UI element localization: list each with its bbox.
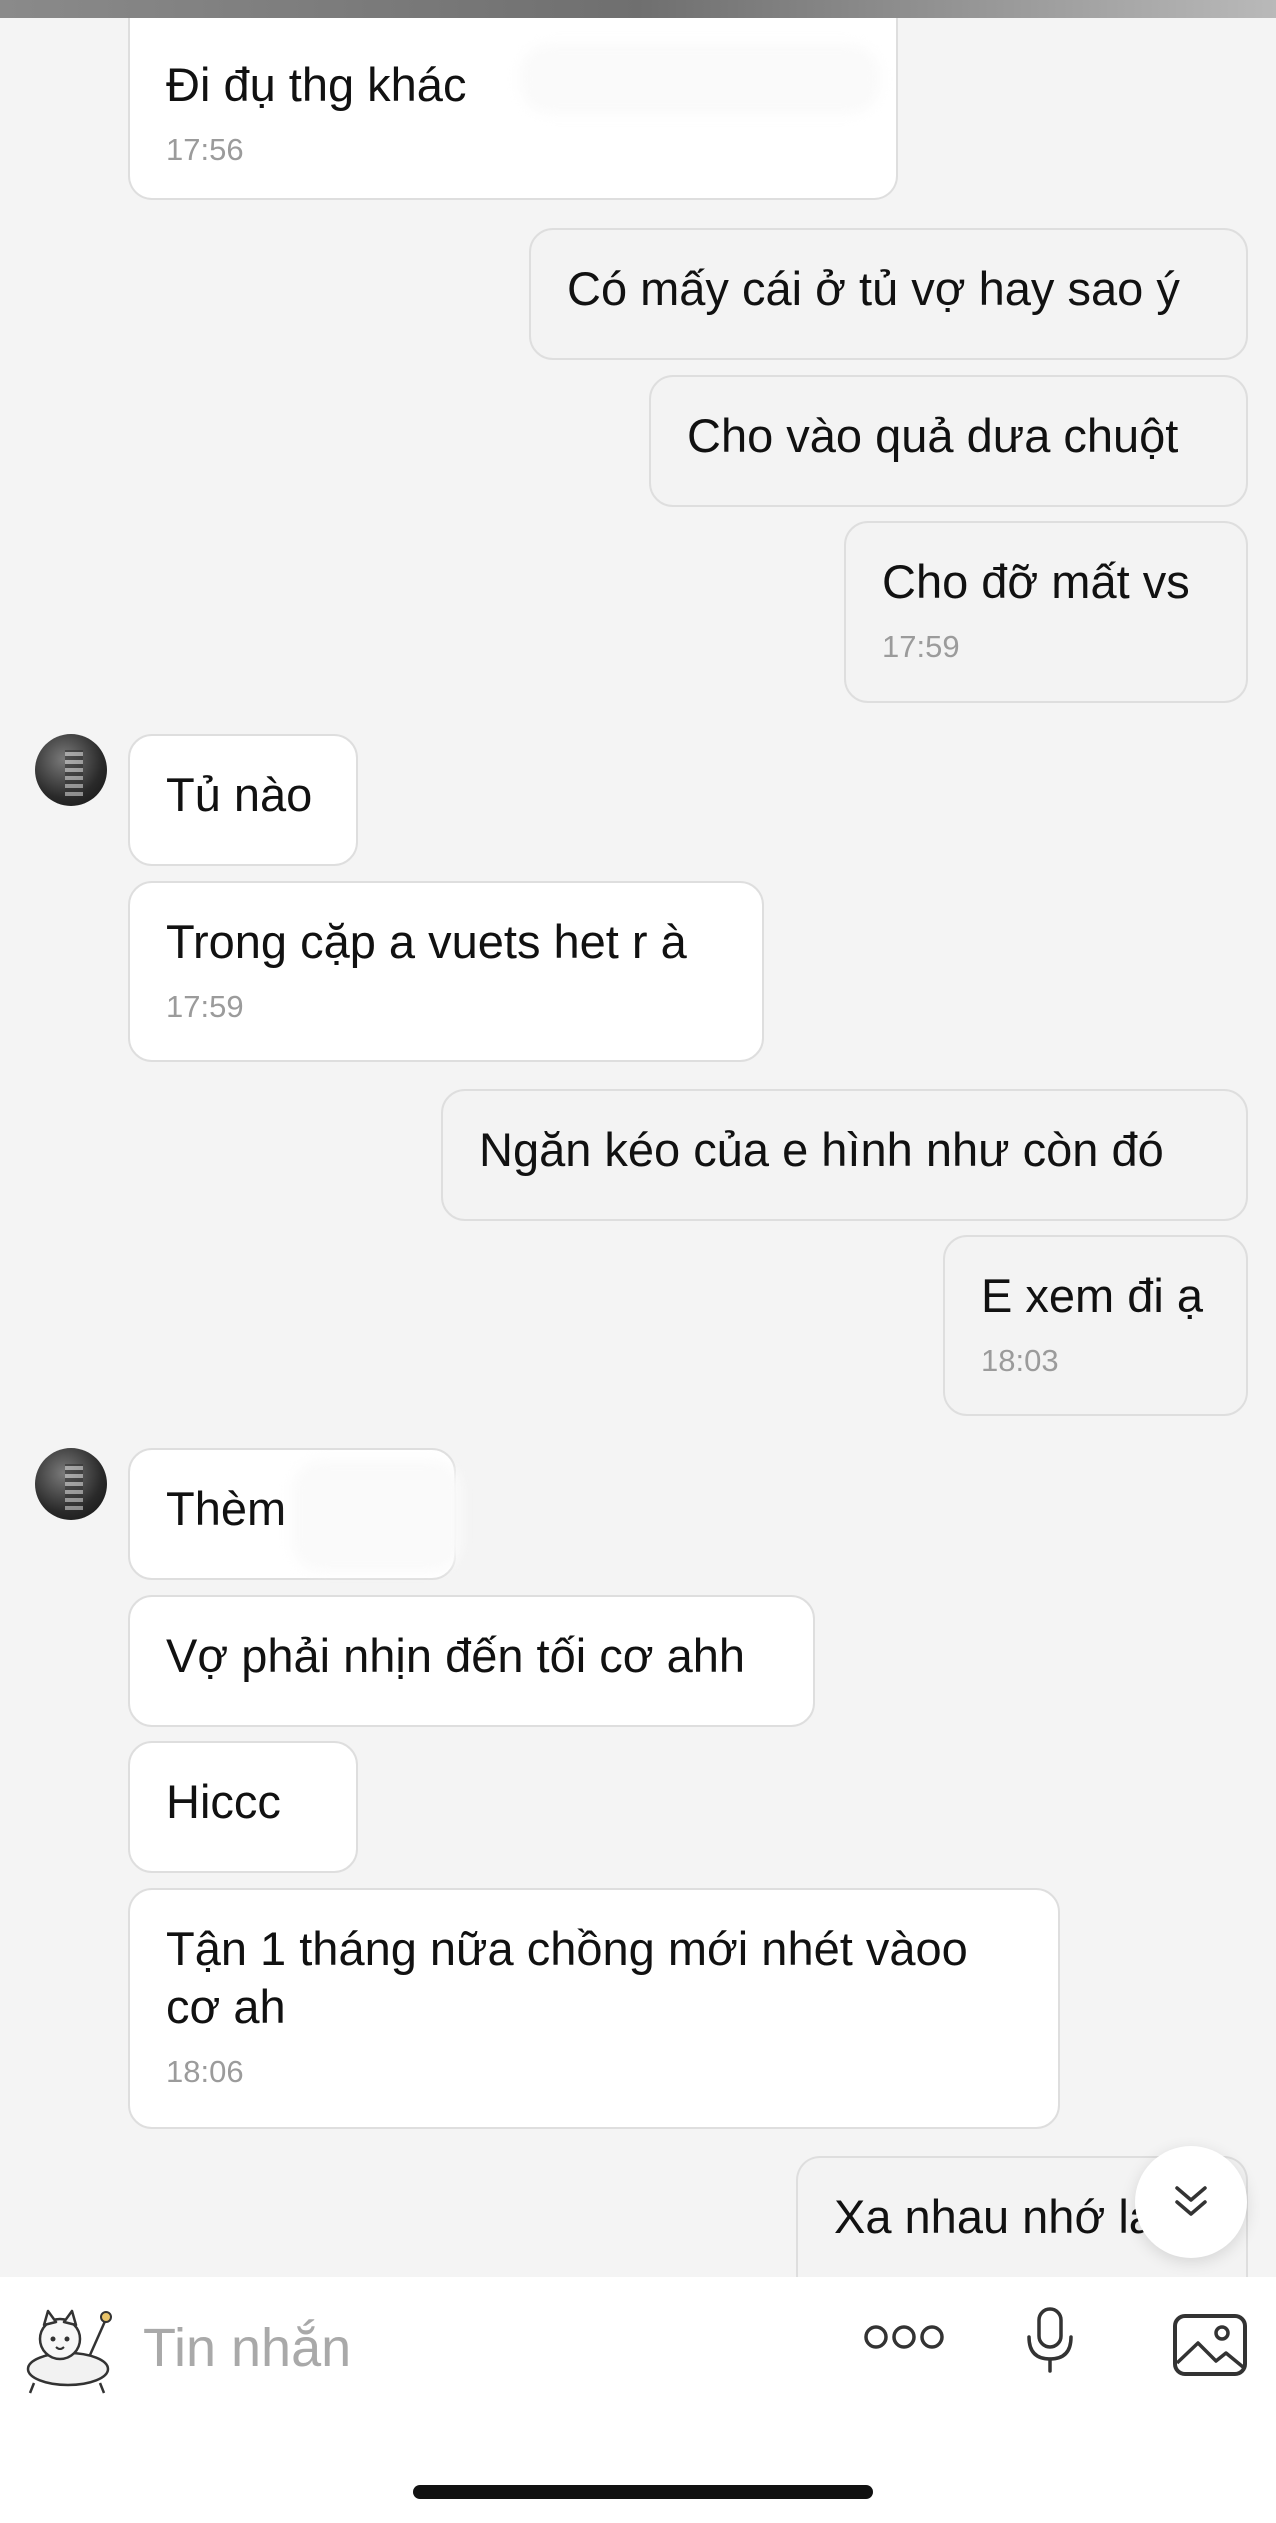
message-time: 17:56: [166, 132, 244, 167]
message-bubble[interactable]: Tận 1 tháng nữa chồng mới nhét vàoo cơ a…: [128, 1888, 1060, 2129]
message-time: 18:03: [981, 1343, 1059, 1378]
image-icon[interactable]: [1172, 2313, 1248, 2382]
message-text: Cho đỡ mất vs: [882, 555, 1190, 608]
message-text: Hiccc: [166, 1775, 281, 1828]
more-icon[interactable]: [862, 2319, 946, 2360]
message-text: Tủ nào: [166, 768, 313, 821]
message-text: Trong cặp a vuets het r à: [166, 915, 687, 968]
contact-avatar[interactable]: [35, 1448, 107, 1520]
microphone-icon[interactable]: [1022, 2305, 1078, 2380]
message-bubble[interactable]: Đi đụ thg khác 17:56: [128, 18, 898, 200]
message-list[interactable]: Đi đụ thg khác 17:56 Có mấy cái ở tủ vợ …: [0, 18, 1276, 2277]
message-text: Vợ phải nhịn đến tối cơ ahh: [166, 1629, 746, 1682]
message-bubble[interactable]: Trong cặp a vuets het r à 17:59: [128, 881, 764, 1062]
message-time: 17:59: [882, 629, 960, 664]
message-text: Cho vào quả dưa chuột: [687, 409, 1179, 462]
message-text: Ngăn kéo của e hình như còn đó: [479, 1123, 1164, 1176]
contact-avatar[interactable]: [35, 734, 107, 806]
message-text: Tận 1 tháng nữa chồng mới nhét vàoo cơ a…: [166, 1922, 968, 2033]
sticker-icon[interactable]: [20, 2307, 124, 2402]
message-bubble[interactable]: Có mấy cái ở tủ vợ hay sao ý: [529, 228, 1248, 360]
status-bar: [0, 0, 1276, 18]
message-bubble[interactable]: Cho đỡ mất vs 17:59: [844, 521, 1248, 703]
message-input[interactable]: Tin nhắn: [143, 2317, 351, 2379]
message-bubble[interactable]: Thèm: [128, 1448, 462, 1580]
redaction-blur: [520, 44, 880, 114]
message-bubble[interactable]: Cho vào quả dưa chuột: [649, 375, 1248, 507]
message-text: Có mấy cái ở tủ vợ hay sao ý: [567, 262, 1180, 315]
home-indicator: [413, 2485, 873, 2499]
message-bubble[interactable]: Tủ nào: [128, 734, 358, 866]
message-bubble[interactable]: Hiccc: [128, 1741, 358, 1873]
composer-bar: Tin nhắn: [0, 2277, 1276, 2523]
scroll-to-bottom-button[interactable]: [1135, 2146, 1247, 2258]
message-bubble[interactable]: Vợ phải nhịn đến tối cơ ahh: [128, 1595, 815, 1727]
message-time: 18:06: [166, 2054, 244, 2089]
message-bubble[interactable]: Ngăn kéo của e hình như còn đó: [441, 1089, 1248, 1221]
message-bubble[interactable]: E xem đi ạ 18:03: [943, 1235, 1248, 1416]
double-chevron-down-icon: [1175, 2186, 1207, 2216]
message-time: 17:59: [166, 989, 244, 1024]
message-text: E xem đi ạ: [981, 1269, 1204, 1322]
redaction-blur: [292, 1460, 462, 1572]
